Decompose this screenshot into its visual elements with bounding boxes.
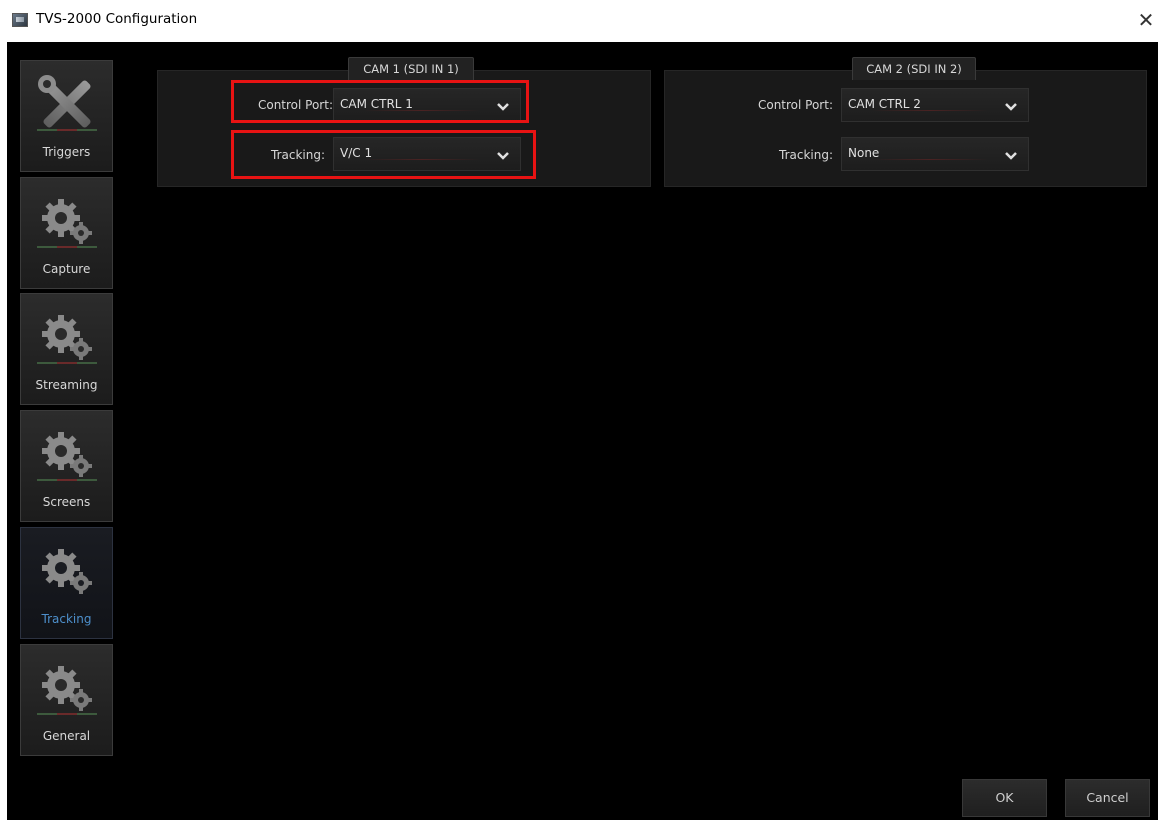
ok-button[interactable]: OK [962,779,1047,817]
sidebar-item-label: Capture [42,262,91,276]
chevron-down-icon [1005,152,1017,160]
dropdown-accent [872,110,988,111]
close-icon[interactable]: ✕ [1134,8,1158,32]
sidebar-item-label: Streaming [35,378,98,392]
window-title: TVS-2000 Configuration [36,11,198,27]
cam2-control-port-dropdown[interactable]: CAM CTRL 2 [841,88,1029,122]
sidebar-item-label: Screens [42,495,91,509]
sidebar-item-label: Triggers [42,145,91,159]
cam1-title: CAM 1 (SDI IN 1) [348,57,474,80]
sidebar-item-general[interactable]: General [20,644,113,756]
cam2-tracking-value: None [848,146,880,160]
sidebar-item-triggers[interactable]: Triggers [20,60,113,172]
sidebar-item-streaming[interactable]: Streaming [20,293,113,405]
gears-icon [31,188,103,254]
cam2-control-port-label: Control Port: [757,98,833,112]
sidebar-item-label: General [42,729,91,743]
cam2-tracking-label: Tracking: [779,148,833,162]
config-panel: Triggers Capture Streaming Screens Track… [7,42,1158,820]
dropdown-accent [872,159,988,160]
title-bar: TVS-2000 Configuration ✕ [0,0,1166,42]
cam2-tracking-dropdown[interactable]: None [841,137,1029,171]
gears-icon [31,304,103,370]
highlight-box-control-port [231,80,529,123]
gears-icon [31,421,103,487]
sidebar-item-label: Tracking [41,612,92,626]
cam2-title: CAM 2 (SDI IN 2) [852,57,976,80]
wrench-screwdriver-icon [31,71,103,137]
gears-icon [31,538,103,604]
gears-icon [31,655,103,721]
cancel-button[interactable]: Cancel [1065,779,1150,817]
sidebar-item-tracking[interactable]: Tracking [20,527,113,639]
sidebar-item-capture[interactable]: Capture [20,177,113,289]
sidebar-item-screens[interactable]: Screens [20,410,113,522]
monitor-icon [12,13,28,27]
cam2-control-port-value: CAM CTRL 2 [848,97,921,111]
chevron-down-icon [1005,103,1017,111]
highlight-box-tracking [231,130,536,179]
